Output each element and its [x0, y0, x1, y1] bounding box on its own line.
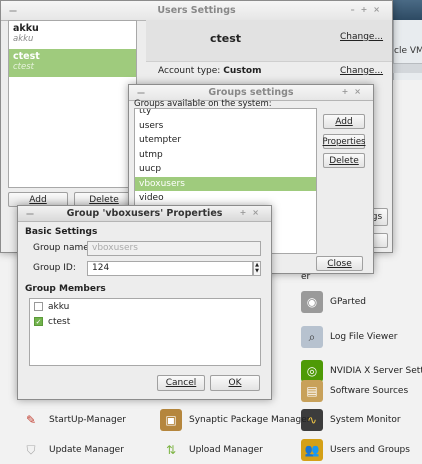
launcher-item-users-and-groups[interactable]: 👥 Users and Groups [301, 436, 410, 464]
user-name: akku [13, 23, 39, 34]
synaptic-icon: ▣ [160, 409, 182, 431]
group-properties-label: Properties [322, 136, 366, 147]
list-item[interactable]: utmp [135, 148, 316, 163]
members-list[interactable]: akku ✓ ctest [29, 298, 261, 366]
delete-group-button[interactable]: Delete [323, 153, 365, 168]
close-groups-label: Close [327, 258, 352, 269]
window-menu-icon[interactable]: — [26, 209, 34, 218]
checkbox-checked-icon[interactable]: ✓ [34, 317, 43, 326]
window-menu-icon[interactable]: — [9, 6, 17, 15]
launcher-label: Synaptic Package Manager [189, 415, 311, 425]
member-name: ctest [48, 316, 71, 327]
window-controls-icon[interactable]: +× [240, 208, 265, 217]
member-name: akku [48, 301, 70, 312]
window-controls-icon[interactable]: –+× [351, 5, 386, 14]
software-sources-icon: ▤ [301, 380, 323, 402]
delete-user-label: Delete [89, 194, 119, 205]
launcher-label: Update Manager [49, 445, 124, 455]
add-user-label: Add [29, 194, 47, 205]
group-name-field[interactable]: vboxusers [87, 241, 261, 256]
group-id-spinner[interactable]: ▲ ▼ [253, 261, 261, 276]
ok-label: OK [228, 378, 242, 388]
launcher-label: Log File Viewer [330, 332, 398, 342]
group-name-label: Group name: [33, 243, 92, 253]
list-item[interactable]: uucp [135, 162, 316, 177]
account-type-value: Custom [223, 66, 262, 76]
launcher-item-upload-manager[interactable]: ⇅ Upload Manager [160, 436, 263, 464]
user-full-name: akku [13, 34, 34, 44]
background-window-label: cle VM [394, 46, 422, 56]
launcher-label: StartUp-Manager [49, 415, 126, 425]
background-window-toolbar [393, 63, 422, 73]
background-window-titlebar [393, 0, 422, 20]
list-item-selected[interactable]: vboxusers [135, 176, 316, 191]
spin-down-icon[interactable]: ▼ [254, 268, 260, 274]
ok-button[interactable]: OK [210, 375, 260, 391]
change-account-type-link[interactable]: Change... [340, 66, 383, 76]
add-group-label: Add [335, 116, 353, 127]
cancel-button[interactable]: Cancel [157, 375, 205, 391]
list-item[interactable]: utempter [135, 133, 316, 148]
selected-user-title: ctest [210, 32, 242, 45]
change-name-link[interactable]: Change... [340, 32, 383, 42]
launcher-label: NVIDIA X Server Settings [330, 366, 422, 376]
user-row-akku[interactable]: akku akku [9, 21, 136, 49]
window-title: Group 'vboxusers' Properties [66, 208, 223, 219]
harddisk-icon: ◉ [301, 291, 323, 313]
launcher-item-synaptic[interactable]: ▣ Synaptic Package Manager [160, 406, 310, 434]
member-row-akku[interactable]: akku [30, 299, 260, 314]
user-full-name: ctest [13, 62, 34, 72]
launcher-item-update-manager[interactable]: ⛉ Update Manager [20, 436, 124, 464]
add-group-button[interactable]: Add [323, 114, 365, 129]
launcher-label: Software Sources [330, 386, 409, 396]
checkbox-icon[interactable] [34, 302, 43, 311]
group-id-field[interactable]: 124 [87, 261, 253, 276]
list-item[interactable]: tty [135, 109, 316, 119]
window-title: Groups settings [208, 87, 294, 98]
startup-manager-icon: ✎ [25, 413, 37, 427]
list-item[interactable]: users [135, 119, 316, 134]
group-properties-button[interactable]: Properties [323, 134, 365, 149]
magnifier-log-icon: ⌕ [301, 326, 323, 348]
launcher-item-software-sources[interactable]: ▤ Software Sources [301, 377, 408, 405]
launcher-item-startup-manager[interactable]: ✎ StartUp-Manager [20, 406, 126, 434]
launcher-label: GParted [330, 297, 366, 307]
shield-icon: ⛉ [26, 442, 36, 457]
cancel-label: Cancel [165, 378, 197, 388]
launcher-item-gparted[interactable]: ◉ GParted [301, 288, 366, 316]
window-controls-icon[interactable]: +× [342, 87, 367, 96]
users-list[interactable]: akku akku ctest ctest [8, 20, 137, 188]
close-groups-button[interactable]: Close [316, 256, 363, 271]
launcher-label: Users and Groups [330, 445, 410, 455]
launcher-label: Upload Manager [189, 445, 263, 455]
launcher-item-log-file-viewer[interactable]: ⌕ Log File Viewer [301, 323, 397, 351]
window-title: Users Settings [157, 5, 236, 16]
group-properties-titlebar: — Group 'vboxusers' Properties +× [18, 206, 271, 222]
users-settings-titlebar: — Users Settings –+× [1, 1, 392, 21]
launcher-label: System Monitor [330, 415, 401, 425]
list-item[interactable]: video [135, 191, 316, 206]
users-icon: 👥 [301, 439, 323, 461]
group-members-title: Group Members [25, 284, 106, 294]
group-id-label: Group ID: [33, 263, 76, 273]
window-menu-icon[interactable]: — [137, 88, 145, 97]
user-row-ctest[interactable]: ctest ctest [9, 49, 136, 77]
basic-settings-title: Basic Settings [25, 227, 98, 237]
upload-arrows-icon: ⇅ [165, 443, 177, 457]
account-type-label: Account type: [158, 66, 221, 76]
launcher-item-system-monitor[interactable]: ∿ System Monitor [301, 406, 401, 434]
member-row-ctest[interactable]: ✓ ctest [30, 314, 260, 329]
user-name: ctest [13, 51, 40, 62]
delete-group-label: Delete [329, 155, 359, 166]
account-type-row: Account type: Custom [158, 66, 261, 76]
